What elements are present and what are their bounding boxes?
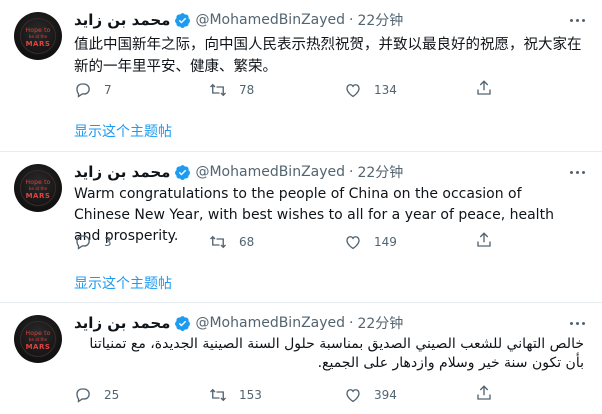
avatar-text-line1: Hope to (25, 27, 51, 34)
tweet-header: محمد بن زايد @MohamedBinZayed · 22分钟 (74, 162, 403, 182)
share-button[interactable] (475, 79, 493, 101)
tweet-timestamp[interactable]: 22分钟 (357, 162, 403, 182)
avatar[interactable]: Hope to be at the MARS (14, 12, 62, 60)
tweet-timestamp[interactable]: 22分钟 (357, 10, 403, 30)
author-name[interactable]: محمد بن زايد (74, 163, 170, 181)
tweet-actions: 3 68 149 (74, 232, 493, 252)
show-thread-link[interactable]: 显示这个主题帖 (74, 273, 172, 293)
tweet-1[interactable]: Hope to be at the MARS محمد بن زايد @Moh… (0, 0, 602, 152)
reply-icon (76, 235, 90, 250)
reply-icon (76, 388, 90, 403)
like-count: 149 (374, 235, 397, 249)
tweet-actions: 25 153 394 (74, 385, 493, 405)
author-handle[interactable]: @MohamedBinZayed (195, 164, 345, 180)
tweet-timestamp[interactable]: 22分钟 (357, 313, 403, 333)
like-button[interactable]: 149 (344, 233, 479, 251)
heart-icon (346, 84, 360, 98)
separator-dot: · (349, 164, 354, 180)
retweet-count: 78 (239, 83, 255, 97)
author-handle[interactable]: @MohamedBinZayed (195, 12, 345, 28)
author-name[interactable]: محمد بن زايد (74, 11, 170, 29)
separator-dot: · (349, 12, 354, 28)
verified-badge-icon (175, 164, 191, 180)
author-handle[interactable]: @MohamedBinZayed (195, 315, 345, 331)
avatar[interactable]: Hope to be at the MARS (14, 315, 62, 363)
tweet-header: محمد بن زايد @MohamedBinZayed · 22分钟 (74, 313, 403, 333)
like-button[interactable]: 134 (344, 81, 479, 99)
avatar-text-line3: MARS (25, 40, 51, 48)
retweet-button[interactable]: 68 (209, 233, 344, 251)
like-count: 394 (374, 388, 397, 402)
reply-count: 3 (104, 235, 112, 249)
share-icon (477, 385, 491, 400)
like-count: 134 (374, 83, 397, 97)
retweet-count: 153 (239, 388, 262, 402)
retweet-button[interactable]: 153 (209, 386, 344, 404)
reply-count: 25 (104, 388, 120, 402)
retweet-count: 68 (239, 235, 255, 249)
heart-icon (346, 389, 360, 403)
like-button[interactable]: 394 (344, 386, 479, 404)
separator-dot: · (349, 315, 354, 331)
retweet-button[interactable]: 78 (209, 81, 344, 99)
show-thread-link[interactable]: 显示这个主题帖 (74, 121, 172, 141)
reply-button[interactable]: 3 (74, 233, 209, 251)
share-icon (477, 80, 491, 95)
avatar-text-line1: Hope to (25, 179, 51, 186)
tweet-2[interactable]: Hope to be at the MARS محمد بن زايد @Moh… (0, 152, 602, 302)
tweet-text: 值此中国新年之际，向中国人民表示热烈祝贺，并致以最良好的祝愿，祝大家在新的一年里… (74, 37, 582, 75)
reply-button[interactable]: 7 (74, 81, 209, 99)
tweet-3[interactable]: Hope to be at the MARS محمد بن زايد @Moh… (0, 303, 602, 414)
retweet-icon (210, 388, 226, 402)
retweet-icon (210, 83, 226, 97)
avatar-text-line3: MARS (25, 343, 51, 351)
reply-icon (76, 83, 90, 98)
avatar-text-line2: be at the (28, 34, 48, 39)
more-options-icon[interactable] (566, 162, 588, 182)
retweet-icon (210, 235, 226, 249)
avatar-text-line2: be at the (28, 337, 48, 342)
tweet-actions: 7 78 134 (74, 80, 493, 100)
reply-button[interactable]: 25 (74, 386, 209, 404)
tweet-header: محمد بن زايد @MohamedBinZayed · 22分钟 (74, 10, 403, 30)
heart-icon (346, 236, 360, 250)
author-name[interactable]: محمد بن زايد (74, 314, 170, 332)
avatar-text-line2: be at the (28, 186, 48, 191)
more-options-icon[interactable] (566, 10, 588, 30)
reply-count: 7 (104, 83, 112, 97)
tweet-text: خالص التهاني للشعب الصيني الصديق بمناسبة… (89, 336, 584, 371)
avatar-text-line3: MARS (25, 192, 51, 200)
more-options-icon[interactable] (566, 313, 588, 333)
share-button[interactable] (475, 231, 493, 253)
avatar-text-line1: Hope to (25, 330, 51, 337)
avatar[interactable]: Hope to be at the MARS (14, 164, 62, 212)
tweet-feed: Hope to be at the MARS محمد بن زايد @Moh… (0, 0, 602, 414)
verified-badge-icon (175, 12, 191, 28)
share-icon (477, 232, 491, 247)
verified-badge-icon (175, 315, 191, 331)
share-button[interactable] (475, 384, 493, 406)
